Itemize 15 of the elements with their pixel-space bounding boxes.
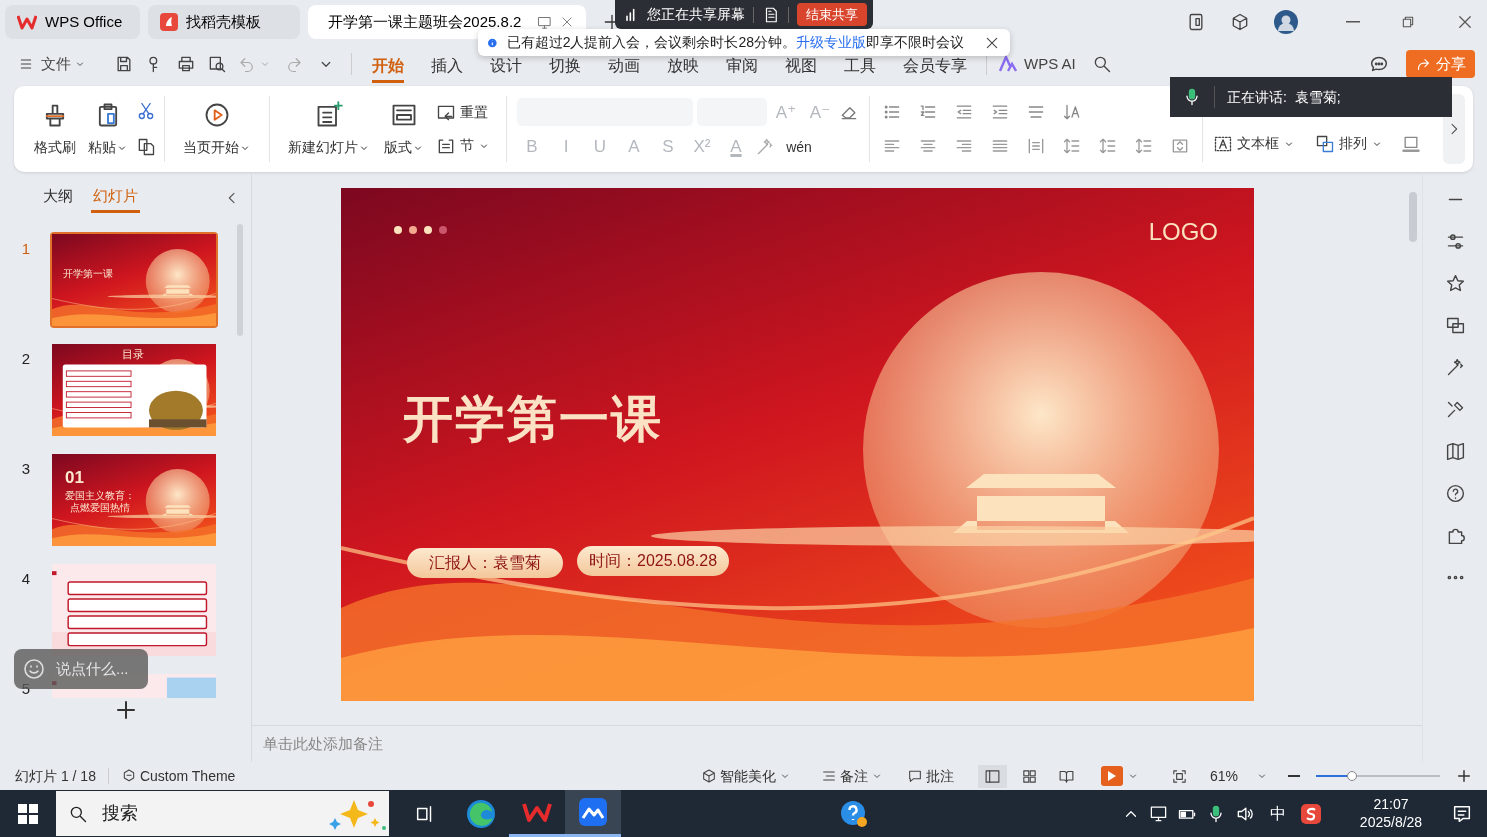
share-status-text: 您正在共享屏幕	[647, 5, 745, 24]
date-label: 时间：2025.08.28	[577, 546, 730, 576]
slide-number: 1	[20, 239, 32, 259]
section-number: 01	[65, 468, 84, 489]
speaker-name: 正在讲话: 袁雪菊;	[1227, 87, 1341, 107]
slide-number: 2	[20, 349, 32, 369]
slide-title: 开学第一课	[63, 268, 113, 280]
logo-text: LOGO	[1148, 217, 1218, 247]
slide-number: 4	[20, 569, 32, 589]
slide-counter: 幻灯片 1 / 18	[15, 766, 96, 786]
slide-title: 目录	[122, 348, 144, 362]
slide-title: 开学第一课	[403, 390, 663, 449]
presenter-label: 汇报人：袁雪菊	[407, 548, 563, 578]
slide-number: 3	[20, 459, 32, 479]
slide-title: 爱国主义教育：点燃爱国热情	[64, 490, 136, 514]
